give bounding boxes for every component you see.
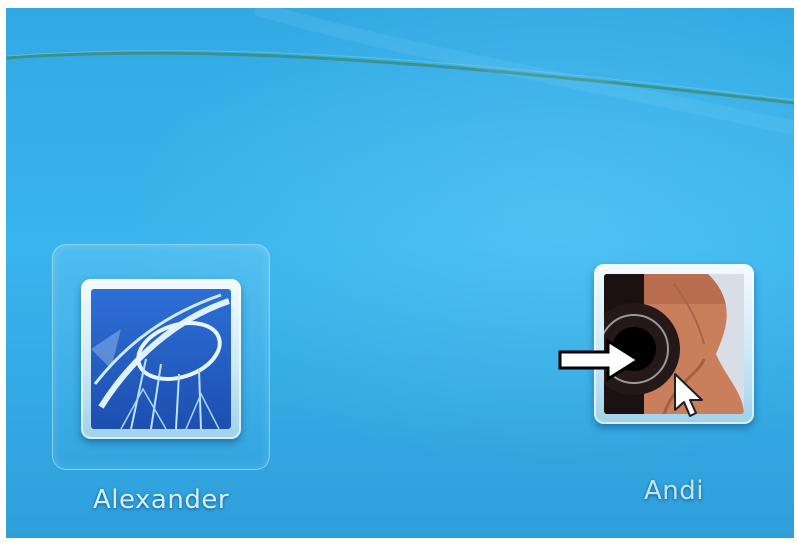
annotation-arrow-icon [558, 338, 641, 382]
user-picture-frame[interactable] [81, 279, 241, 439]
user-tile-alexander[interactable]: Alexander [52, 244, 270, 515]
user-name-andi[interactable]: Andi [594, 476, 754, 506]
mouse-pointer-icon [674, 373, 703, 417]
background-streak [6, 8, 794, 135]
roller-coaster-picture [91, 289, 231, 429]
user-name-alexander[interactable]: Alexander [53, 485, 269, 515]
login-screen: Alexander Andi [6, 8, 794, 538]
